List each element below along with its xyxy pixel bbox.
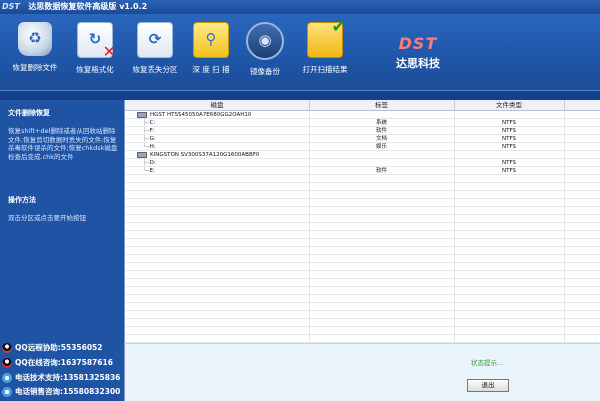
contact-phone-sales: 电话销售咨询:15580832300 xyxy=(0,384,124,400)
deep-scan-button[interactable]: ⚲ 深 度 扫 描 xyxy=(182,22,240,75)
exit-button[interactable]: 退出 xyxy=(467,379,509,392)
sidebar-section-title: 文件删除恢复 xyxy=(8,109,50,117)
partition-name: F: xyxy=(149,128,155,134)
brand-logo-mark: DST xyxy=(398,34,438,53)
hard-disk-icon xyxy=(137,151,147,158)
table-row[interactable]: └─E: 软件 NTFS xyxy=(125,167,600,175)
column-header-label[interactable]: 标签 xyxy=(309,100,455,110)
table-row[interactable]: KINGSTON SV300S37A120G1600ABBF0 xyxy=(125,151,600,159)
open-scan-result-label: 打开扫描结果 xyxy=(302,65,348,74)
table-row[interactable]: ├─D: NTFS xyxy=(125,159,600,167)
partition-label: 系统 xyxy=(375,120,387,126)
disk-image-button[interactable]: ◉ 镜像备份 xyxy=(236,22,294,77)
partition-filesystem: NTFS xyxy=(501,128,517,134)
recycle-bin-icon: ♻ xyxy=(18,22,52,56)
contact-label: QQ远程协助:55356052 xyxy=(15,343,103,352)
partition-recover-icon: ⟳ xyxy=(137,22,173,58)
partition-name: G: xyxy=(149,136,156,142)
sidebar-method-text: 双击分区或点击要开始按钮 xyxy=(8,214,86,222)
partition-label: 娱乐 xyxy=(375,144,387,150)
table-row[interactable]: ├─F: 软件 NTFS xyxy=(125,127,600,135)
disk-name: KINGSTON SV300S37A120G1600ABBF0 xyxy=(150,152,260,158)
contact-label: 电话技术支持:13581325836 xyxy=(15,373,121,382)
contact-label: 电话销售咨询:15580832300 xyxy=(15,387,121,396)
partition-filesystem: NTFS xyxy=(501,120,517,126)
table-row[interactable]: ├─G: 文档 NTFS xyxy=(125,135,600,143)
partition-filesystem: NTFS xyxy=(501,136,517,142)
sidebar-method-title: 操作方法 xyxy=(8,196,36,204)
partition-name: E: xyxy=(149,168,155,174)
deep-scan-icon: ⚲ xyxy=(193,22,229,58)
window-title: 达思数据恢复软件高级版 v1.0.2 xyxy=(28,2,148,11)
disk-name: HGST HTS545050A7E680GG2OAH10 xyxy=(150,112,252,118)
contact-qq-online: QQ在线咨询:1637587616 xyxy=(0,355,124,371)
phone-icon xyxy=(2,387,12,397)
title-bar: DST 达思数据恢复软件高级版 v1.0.2 xyxy=(0,0,600,14)
recover-format-button[interactable]: ↻ 恢复格式化 xyxy=(66,22,124,75)
brand-logo: DST 达思科技 xyxy=(388,34,448,71)
recover-partition-label: 恢复丢失分区 xyxy=(132,65,178,74)
partition-filesystem: NTFS xyxy=(501,144,517,150)
disk-list-panel: 磁盘 标签 文件类型 HGST HTS545050A7E680GG2OAH10 … xyxy=(124,100,600,343)
disk-image-icon: ◉ xyxy=(246,22,284,60)
format-recover-icon: ↻ xyxy=(77,22,116,61)
phone-icon xyxy=(2,373,12,383)
table-row[interactable]: └─H: 娱乐 NTFS xyxy=(125,143,600,151)
deep-scan-label: 深 度 扫 描 xyxy=(192,65,230,74)
brand-name: 达思科技 xyxy=(396,57,440,70)
partition-name: D: xyxy=(149,160,156,166)
partition-label: 软件 xyxy=(375,168,387,174)
partition-name: C: xyxy=(149,120,156,126)
qq-icon xyxy=(2,358,12,368)
table-row[interactable]: ├─C: 系统 NTFS xyxy=(125,119,600,127)
status-hint: 状态提示... xyxy=(471,359,504,367)
column-header-filesystem[interactable]: 文件类型 xyxy=(454,100,565,110)
partition-label: 软件 xyxy=(375,128,387,134)
open-folder-icon xyxy=(307,17,345,58)
sidebar: 文件删除恢复 恢复shift+del删除或者从回收站删除文件;恢复剪切数据时丢失… xyxy=(0,100,124,400)
recover-format-label: 恢复格式化 xyxy=(76,65,114,74)
partition-name: H: xyxy=(149,144,156,150)
app-logo: DST xyxy=(2,2,20,11)
sidebar-description: 恢复shift+del删除或者从回收站删除文件;恢复剪切数据时丢失的文件;恢复杀… xyxy=(8,127,118,161)
partition-filesystem: NTFS xyxy=(501,160,517,166)
table-row[interactable]: HGST HTS545050A7E680GG2OAH10 xyxy=(125,111,600,119)
qq-icon xyxy=(2,343,12,353)
open-scan-result-button[interactable]: 打开扫描结果 xyxy=(296,17,354,75)
recover-partition-button[interactable]: ⟳ 恢复丢失分区 xyxy=(126,22,184,75)
toolbar: ♻ 恢复删除文件 ↻ 恢复格式化 ⟳ 恢复丢失分区 ⚲ 深 度 扫 描 ◉ 镜像… xyxy=(0,14,600,90)
contact-qq-remote: QQ远程协助:55356052 xyxy=(0,340,124,356)
column-header-disk[interactable]: 磁盘 xyxy=(125,100,310,110)
partition-label: 文档 xyxy=(375,136,387,142)
contact-label: QQ在线咨询:1637587616 xyxy=(15,358,113,367)
disk-image-label: 镜像备份 xyxy=(250,67,280,76)
hard-disk-icon xyxy=(137,111,147,118)
status-panel: 状态提示... 退出 xyxy=(124,343,600,401)
grid-header: 磁盘 标签 文件类型 xyxy=(125,100,600,111)
recover-deleted-label: 恢复删除文件 xyxy=(12,63,58,72)
recover-deleted-button[interactable]: ♻ 恢复删除文件 xyxy=(6,22,64,73)
partition-filesystem: NTFS xyxy=(501,168,517,174)
